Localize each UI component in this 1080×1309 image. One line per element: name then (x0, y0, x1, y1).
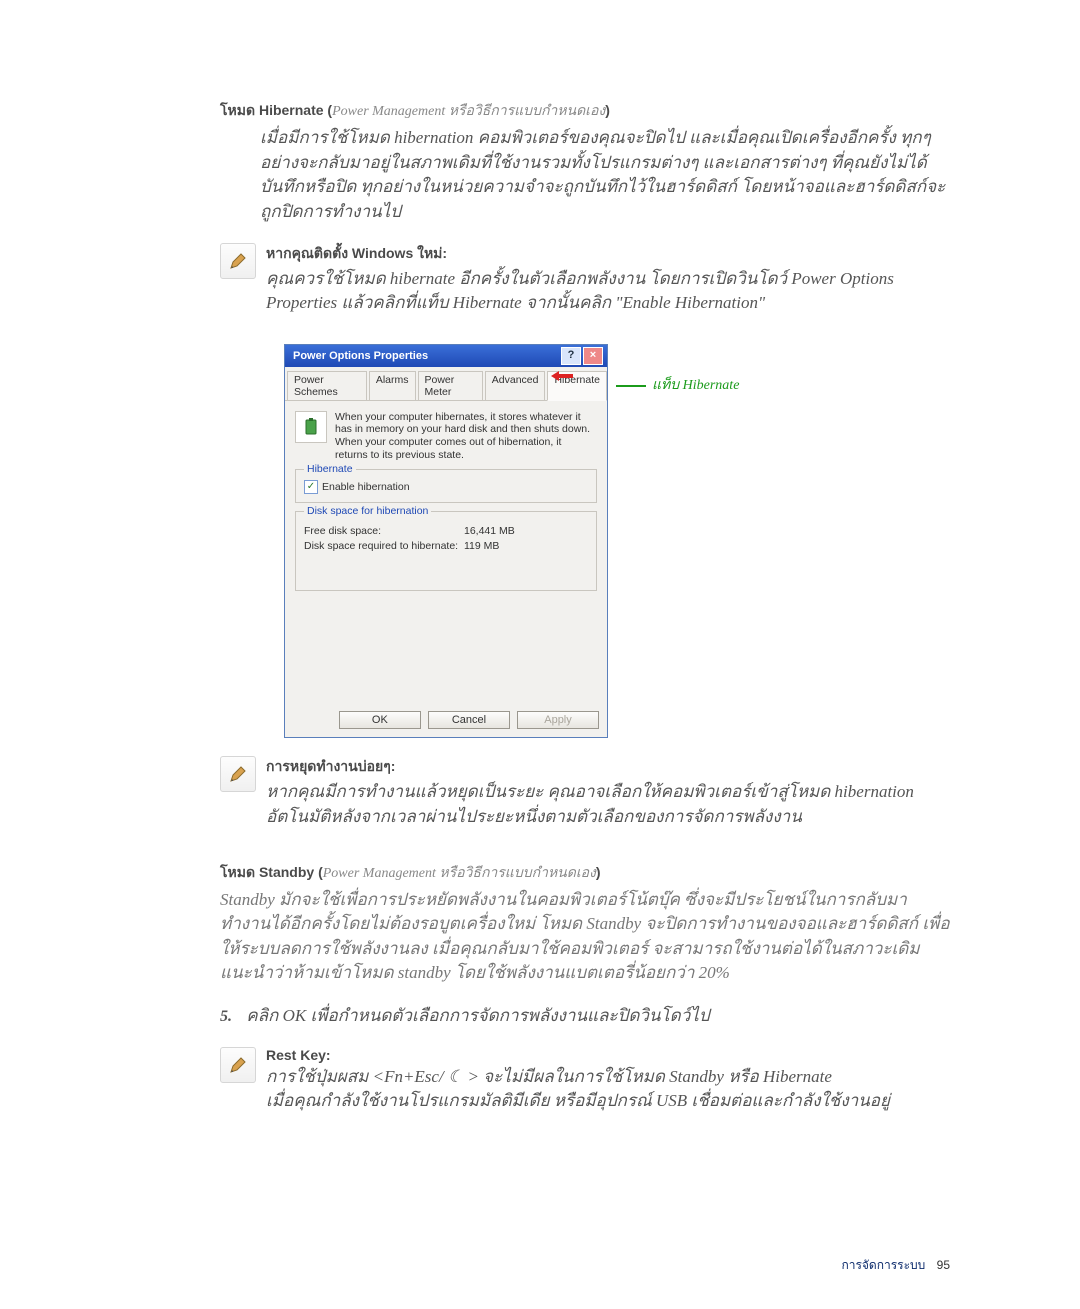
pencil-icon (220, 243, 256, 279)
required-disk-value: 119 MB (464, 540, 499, 552)
reinstall-note-body: คุณควรใช้โหมด hibernate อีกครั้งในตัวเลื… (266, 267, 950, 316)
help-button[interactable]: ? (561, 347, 581, 365)
step-5-text: คลิก OK เพื่อกำหนดตัวเลือกการจัดการพลังง… (246, 1006, 709, 1025)
rest-key-heading: Rest Key: (266, 1047, 950, 1063)
tab-alarms[interactable]: Alarms (369, 371, 416, 400)
tab-power-schemes[interactable]: Power Schemes (287, 371, 367, 400)
free-disk-value: 16,441 MB (464, 525, 515, 537)
hibernate-body-text: เมื่อมีการใช้โหมด hibernation คอมพิวเตอร… (260, 126, 950, 225)
rest-key-line1-post: > จะไม่มีผลในการใช้โหมด Standby หรือ Hib… (463, 1067, 832, 1086)
callout-text: แท็บ Hibernate (652, 378, 739, 393)
tab-advanced[interactable]: Advanced (485, 371, 546, 400)
footer-page-number: 95 (937, 1258, 950, 1272)
moon-icon: ☾ (448, 1067, 463, 1086)
hibernate-mode-heading: โหมด Hibernate (Power Management หรือวิธ… (220, 100, 950, 122)
required-disk-label: Disk space required to hibernate: (304, 540, 464, 552)
red-arrow-icon (551, 371, 573, 381)
standby-body-text: Standby มักจะใช้เพื่อการประหยัดพลังงานใน… (220, 888, 950, 987)
free-disk-label: Free disk space: (304, 525, 464, 537)
checkbox-check-icon: ✓ (304, 480, 318, 494)
enable-hibernation-label: Enable hibernation (322, 481, 410, 493)
hibernate-heading-prefix: โหมด Hibernate ( (220, 102, 332, 118)
footer-label: การจัดการระบบ (841, 1258, 925, 1272)
power-options-dialog: Power Options Properties ? × Power Schem… (284, 344, 608, 738)
stop-often-heading: การหยุดทำงานบ่อยๆ: (266, 756, 950, 778)
step-5-number: 5. (220, 1008, 232, 1025)
standby-heading-italic: Power Management หรือวิธีการแบบกำหนดเอง (323, 866, 596, 881)
standby-heading-prefix: โหมด Standby ( (220, 864, 323, 880)
stop-often-body: หากคุณมีการทำงานแล้วหยุดเป็นระยะ คุณอาจเ… (266, 780, 950, 829)
pencil-icon (220, 1047, 256, 1083)
apply-button[interactable]: Apply (517, 711, 599, 729)
rest-key-body: การใช้ปุ่มผสม <Fn+Esc/ ☾ > จะไม่มีผลในกา… (266, 1065, 950, 1114)
ok-button[interactable]: OK (339, 711, 421, 729)
dialog-description: When your computer hibernates, it stores… (335, 411, 597, 461)
page-footer: การจัดการระบบ 95 (841, 1256, 950, 1275)
standby-mode-heading: โหมด Standby (Power Management หรือวิธีก… (220, 862, 950, 884)
cancel-button[interactable]: Cancel (428, 711, 510, 729)
rest-key-line2: เมื่อคุณกำลังใช้งานโปรแกรมมัลติมีเดีย หร… (266, 1091, 890, 1110)
rest-key-line1-pre: การใช้ปุ่มผสม <Fn+Esc/ (266, 1067, 448, 1086)
standby-heading-suffix: ) (596, 864, 601, 880)
pencil-icon (220, 756, 256, 792)
group-diskspace-legend: Disk space for hibernation (304, 505, 431, 517)
dialog-title: Power Options Properties (289, 350, 559, 362)
battery-icon (295, 411, 327, 443)
close-button[interactable]: × (583, 347, 603, 365)
callout-line-icon (616, 385, 646, 387)
group-hibernate-legend: Hibernate (304, 463, 356, 475)
enable-hibernation-checkbox[interactable]: ✓ Enable hibernation (304, 480, 588, 494)
hibernate-tab-callout: แท็บ Hibernate (616, 374, 739, 396)
hibernate-heading-italic: Power Management หรือวิธีการแบบกำหนดเอง (332, 104, 605, 119)
tab-power-meter[interactable]: Power Meter (418, 371, 483, 400)
reinstall-note-heading: หากคุณติดตั้ง Windows ใหม่: (266, 243, 950, 265)
hibernate-heading-suffix: ) (605, 102, 610, 118)
